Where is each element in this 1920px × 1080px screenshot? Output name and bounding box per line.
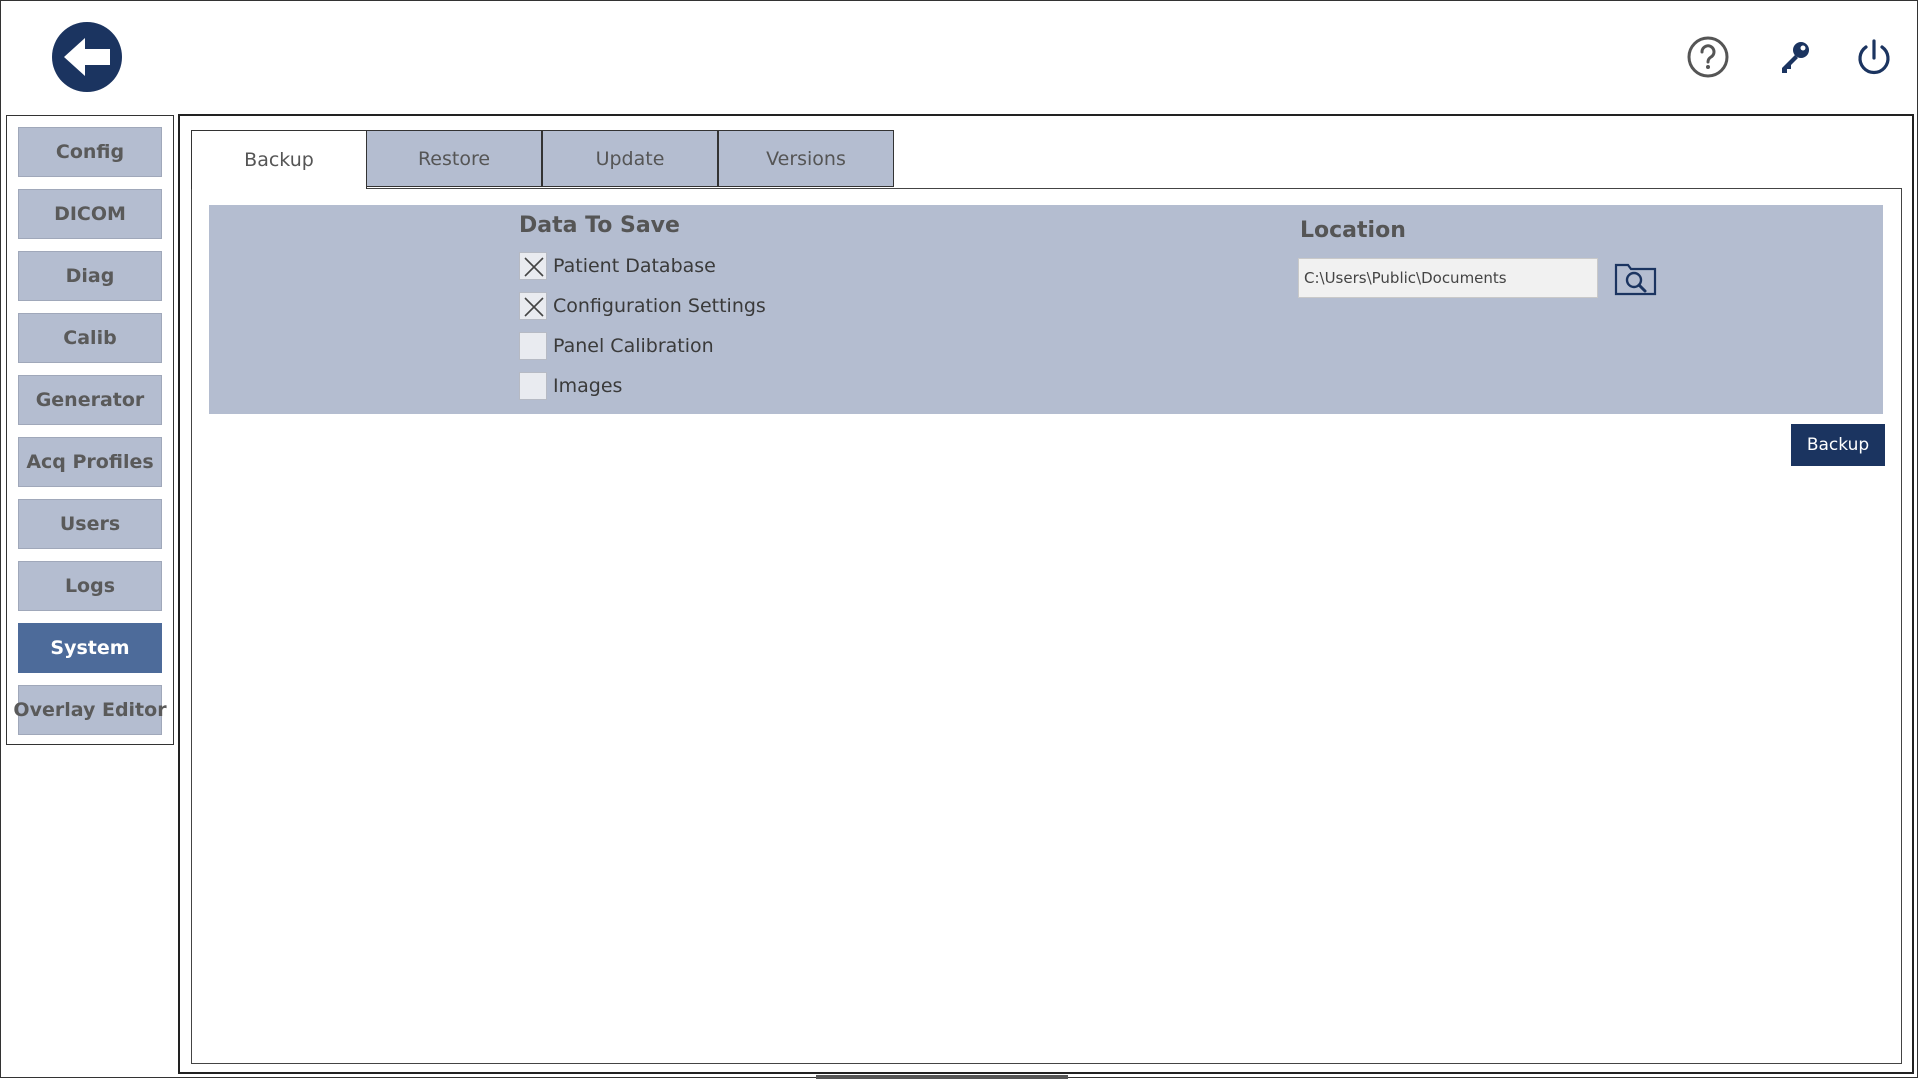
checkbox[interactable] (519, 252, 547, 280)
browse-button[interactable] (1614, 261, 1658, 297)
backup-options-panel: Data To Save Patient Database Configurat… (209, 205, 1883, 414)
checkbox[interactable] (519, 372, 547, 400)
checkbox[interactable] (519, 292, 547, 320)
key-icon (1782, 42, 1809, 73)
option-label: Panel Calibration (553, 335, 714, 357)
key-button[interactable] (1772, 34, 1818, 80)
power-icon (1858, 39, 1890, 75)
sidebar-item-logs[interactable]: Logs (18, 561, 162, 611)
check-x-icon (524, 257, 544, 277)
power-button[interactable] (1851, 34, 1897, 80)
help-button[interactable] (1685, 34, 1731, 80)
option-label: Patient Database (553, 255, 716, 277)
option-configuration-settings[interactable]: Configuration Settings (519, 290, 766, 322)
location-title: Location (1300, 218, 1406, 243)
option-images[interactable]: Images (519, 370, 622, 402)
backup-button[interactable]: Backup (1791, 424, 1885, 466)
sidebar-item-generator[interactable]: Generator (18, 375, 162, 425)
folder-search-icon (1614, 263, 1657, 296)
sidebar-item-config[interactable]: Config (18, 127, 162, 177)
back-arrow-icon (64, 38, 110, 76)
bottom-scroll-indicator (816, 1075, 1068, 1079)
checkbox[interactable] (519, 332, 547, 360)
backup-content: Data To Save Patient Database Configurat… (191, 188, 1902, 1064)
data-to-save-title: Data To Save (519, 213, 680, 238)
sidebar-item-acq-profiles[interactable]: Acq Profiles (18, 437, 162, 487)
sidebar-item-system[interactable]: System (18, 623, 162, 673)
option-panel-calibration[interactable]: Panel Calibration (519, 330, 714, 362)
sidebar-item-dicom[interactable]: DICOM (18, 189, 162, 239)
sidebar-item-users[interactable]: Users (18, 499, 162, 549)
tab-restore[interactable]: Restore (366, 130, 542, 187)
sidebar: Config DICOM Diag Calib Generator Acq Pr… (6, 115, 174, 745)
sidebar-item-calib[interactable]: Calib (18, 313, 162, 363)
tab-backup[interactable]: Backup (191, 130, 367, 189)
option-label: Images (553, 375, 623, 397)
sidebar-item-overlay-editor[interactable]: Overlay Editor (13, 685, 167, 735)
location-input[interactable] (1298, 258, 1598, 298)
sidebar-item-diag[interactable]: Diag (18, 251, 162, 301)
back-button[interactable] (52, 22, 122, 92)
option-label: Configuration Settings (553, 295, 766, 317)
main-panel: Backup Restore Update Versions Data To S… (178, 114, 1914, 1074)
tab-update[interactable]: Update (542, 130, 718, 187)
check-x-icon (524, 297, 544, 317)
option-patient-database[interactable]: Patient Database (519, 250, 716, 282)
tab-versions[interactable]: Versions (718, 130, 894, 187)
help-icon (1687, 36, 1729, 78)
